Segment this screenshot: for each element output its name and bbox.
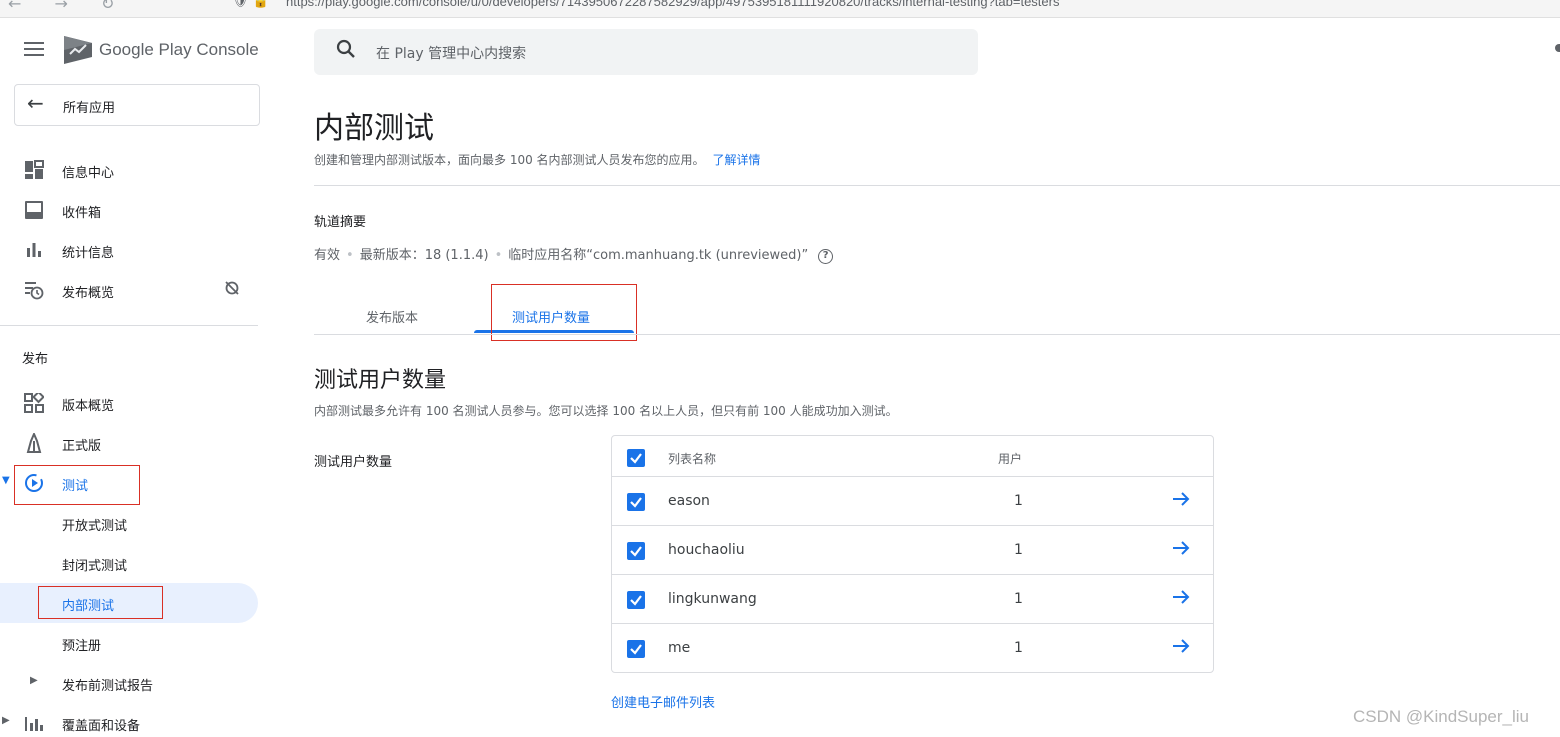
user-count: 1 (1014, 640, 1023, 656)
row-checkbox[interactable] (627, 591, 645, 609)
sidebar-item-label: 正式版 (62, 439, 102, 454)
column-header-users: 用户 (998, 452, 1023, 466)
caret-down-icon: ▼ (2, 475, 10, 486)
menu-icon[interactable] (24, 42, 44, 56)
caret-right-icon: ▶ (30, 675, 38, 686)
sidebar-item-label: 封闭式测试 (62, 559, 128, 574)
column-header-list-name: 列表名称 (668, 452, 717, 466)
sidebar-item-dashboard[interactable]: 信息中心 (0, 150, 258, 190)
table-row[interactable]: houchaoliu 1 (612, 526, 1213, 575)
brand-name[interactable]: Google Play Console (99, 40, 259, 60)
sync-disabled-icon (225, 281, 239, 295)
table-row[interactable]: lingkunwang 1 (612, 575, 1213, 624)
page-description-text: 创建和管理内部测试版本，面向最多 100 名内部测试人员发布您的应用。 (314, 153, 705, 167)
learn-more-link[interactable]: 了解详情 (713, 153, 761, 167)
page-description: 创建和管理内部测试版本，面向最多 100 名内部测试人员发布您的应用。 了解详情 (314, 151, 761, 168)
sidebar-item-label: 收件箱 (62, 206, 102, 221)
user-count: 1 (1014, 542, 1023, 558)
publishing-overview-icon (25, 282, 44, 300)
sidebar-item-label: 信息中心 (62, 166, 115, 181)
sidebar-item-label: 预注册 (62, 639, 102, 654)
create-email-list-link[interactable]: 创建电子邮件列表 (611, 692, 715, 711)
help-icon[interactable]: ? (818, 249, 834, 264)
arrow-back-icon: ← (27, 91, 44, 115)
sidebar-item-label: 版本概览 (62, 399, 115, 414)
sidebar-item-publishing-overview[interactable]: 发布概览 (0, 270, 258, 310)
account-menu-icon[interactable] (1555, 44, 1560, 52)
sidebar-item-label: 发布前测试报告 (62, 679, 154, 694)
track-temp-name: 临时应用名称“com.manhuang.tk (unreviewed)” (508, 248, 809, 263)
testers-field-label: 测试用户数量 (314, 455, 393, 470)
testers-section-title: 测试用户数量 (314, 368, 447, 393)
browser-nav-buttons[interactable]: ← → ↻ (8, 0, 128, 13)
sidebar-item-pre-launch-report[interactable]: ▶ 发布前测试报告 (0, 663, 258, 703)
reach-devices-icon (25, 717, 43, 731)
sidebar-item-statistics[interactable]: 统计信息 (0, 230, 258, 270)
search-input[interactable]: 在 Play 管理中心内搜索 (376, 43, 526, 63)
sidebar-item-open-testing[interactable]: 开放式测试 (0, 503, 258, 543)
all-apps-label: 所有应用 (63, 101, 116, 116)
sidebar-item-pre-registration[interactable]: 预注册 (0, 623, 258, 663)
row-checkbox[interactable] (627, 493, 645, 511)
search-bar[interactable]: 在 Play 管理中心内搜索 (314, 29, 978, 75)
track-summary-title: 轨道摘要 (314, 215, 367, 230)
table-row[interactable]: me 1 (612, 624, 1213, 673)
inbox-icon (25, 201, 43, 219)
release-overview-icon (24, 393, 44, 413)
list-name: eason (668, 493, 710, 509)
annotation-box-internal-testing (38, 586, 163, 619)
url-text[interactable]: https://play.google.com/console/u/0/deve… (286, 0, 1059, 9)
arrow-forward-icon[interactable] (1171, 489, 1191, 509)
track-summary-meta: 有效 • 最新版本：18 (1.1.4) • 临时应用名称“com.manhuang.t… (314, 244, 834, 264)
user-count: 1 (1014, 493, 1023, 509)
sidebar-section-title: 发布 (22, 352, 49, 367)
user-count: 1 (1014, 591, 1023, 607)
bar-chart-icon (27, 243, 41, 257)
arrow-forward-icon[interactable] (1171, 587, 1191, 607)
header-divider (314, 185, 1560, 186)
production-icon (26, 433, 42, 453)
tester-lists-table: 列表名称 用户 eason 1 houchaoliu 1 lingkunwang… (611, 435, 1214, 673)
watermark: CSDN @KindSuper_liu (1353, 707, 1530, 726)
tabs-divider (314, 334, 1560, 335)
search-icon (336, 39, 355, 58)
sidebar-item-label: 开放式测试 (62, 519, 128, 534)
sidebar-item-label: 覆盖面和设备 (62, 719, 141, 734)
tab-releases[interactable]: 发布版本 (314, 285, 474, 335)
site-info-icon[interactable]: 🛡 🔒 (232, 0, 269, 9)
all-apps-button[interactable]: ← 所有应用 (14, 84, 260, 126)
testers-section-description: 内部测试最多允许有 100 名测试人员参与。您可以选择 100 名以上人员，但只… (314, 404, 898, 418)
sidebar-divider (0, 325, 258, 326)
sidebar-item-closed-testing[interactable]: 封闭式测试 (0, 543, 258, 583)
tab-label: 发布版本 (366, 311, 419, 326)
caret-right-icon: ▶ (2, 715, 10, 726)
page-title: 内部测试 (314, 111, 434, 146)
table-row[interactable]: eason 1 (612, 477, 1213, 526)
play-console-logo-icon (64, 36, 92, 64)
annotation-box-testing (14, 465, 140, 505)
dashboard-icon (25, 160, 44, 179)
sidebar-item-reach-devices[interactable]: ▶ 覆盖面和设备 (0, 703, 258, 737)
sidebar-item-label: 发布概览 (62, 286, 115, 301)
arrow-forward-icon[interactable] (1171, 636, 1191, 656)
sidebar-item-release-overview[interactable]: 版本概览 (0, 383, 258, 423)
list-name: me (668, 640, 691, 656)
arrow-forward-icon[interactable] (1171, 538, 1191, 558)
sidebar-item-label: 统计信息 (62, 246, 115, 261)
sidebar: Google Play Console ← 所有应用 信息中心 收件箱 统计信息… (0, 18, 272, 737)
track-latest-version: 最新版本：18 (1.1.4) (359, 248, 489, 263)
track-status: 有效 (314, 248, 341, 263)
select-all-checkbox[interactable] (627, 449, 645, 467)
annotation-box-testers-tab (491, 284, 637, 341)
row-checkbox[interactable] (627, 542, 645, 560)
row-checkbox[interactable] (627, 640, 645, 658)
list-name: lingkunwang (668, 591, 757, 607)
sidebar-item-production[interactable]: 正式版 (0, 423, 258, 463)
browser-url-bar: ← → ↻ 🛡 🔒 https://play.google.com/consol… (0, 0, 1560, 18)
list-name: houchaoliu (668, 542, 745, 558)
table-header-row: 列表名称 用户 (612, 436, 1213, 477)
sidebar-item-inbox[interactable]: 收件箱 (0, 190, 258, 230)
